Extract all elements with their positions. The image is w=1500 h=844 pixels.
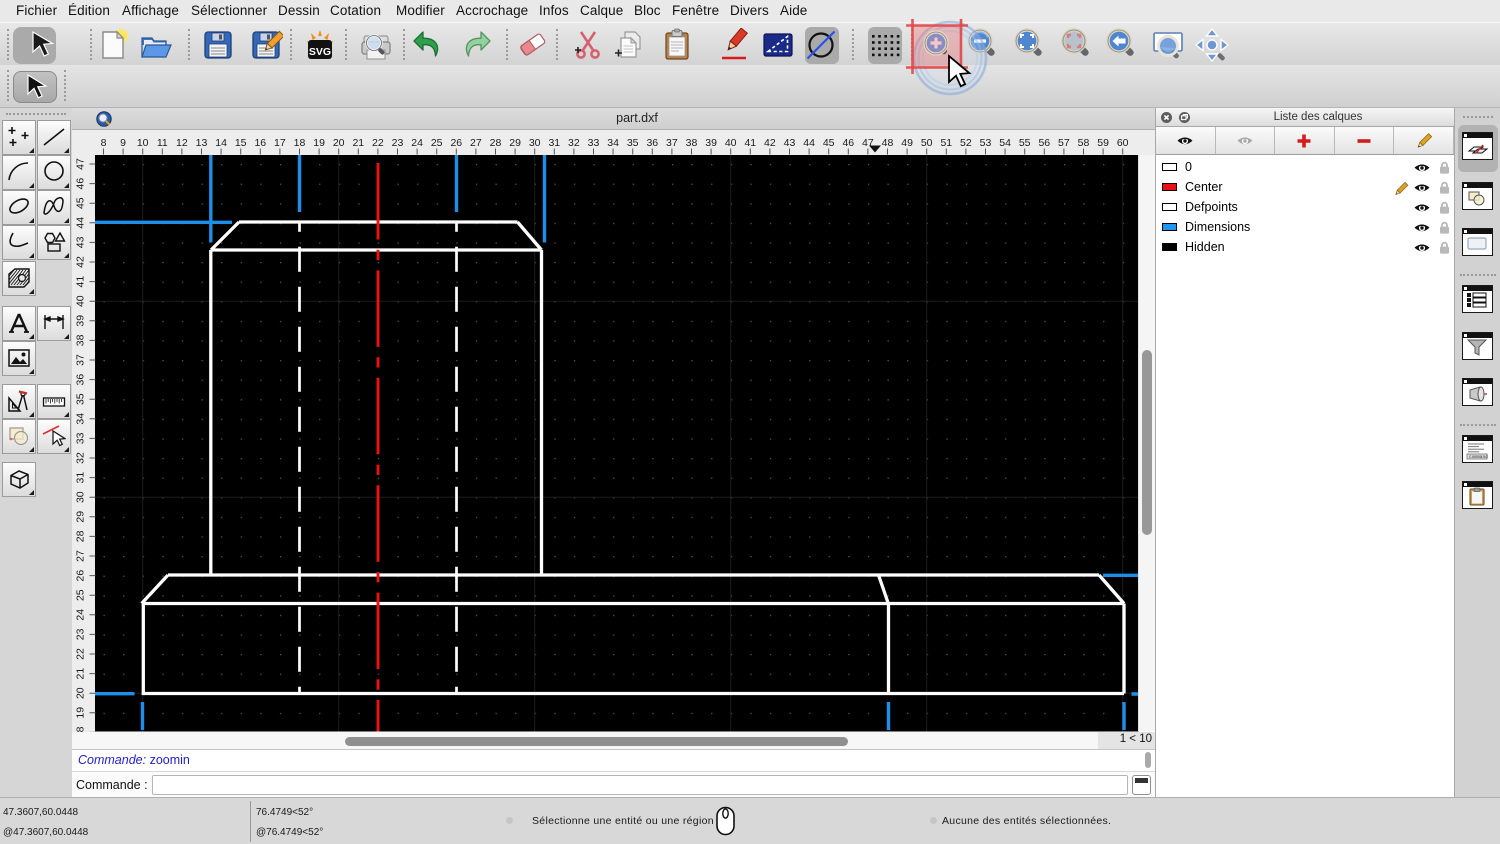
svg-text:17: 17	[274, 137, 286, 149]
svg-text:27: 27	[75, 550, 87, 562]
svg-text:30: 30	[75, 491, 87, 503]
svg-text:22: 22	[372, 137, 384, 149]
svg-text:49: 49	[901, 137, 913, 149]
svg-text:37: 37	[666, 137, 678, 149]
svg-text:39: 39	[705, 137, 717, 149]
svg-text:51: 51	[940, 137, 952, 149]
svg-text:13: 13	[196, 137, 208, 149]
svg-text:30: 30	[529, 137, 541, 149]
svg-text:21: 21	[352, 137, 364, 149]
svg-text:14: 14	[215, 137, 227, 149]
svg-text:23: 23	[75, 628, 87, 640]
svg-text:29: 29	[75, 511, 87, 523]
svg-text:22: 22	[75, 648, 87, 660]
svg-text:50: 50	[921, 137, 933, 149]
svg-text:25: 25	[75, 589, 87, 601]
svg-text:32: 32	[568, 137, 580, 149]
svg-text:28: 28	[490, 137, 502, 149]
svg-text:SVG: SVG	[309, 46, 331, 58]
svg-text:40: 40	[725, 137, 737, 149]
svg-text:31: 31	[75, 472, 87, 484]
svg-text:41: 41	[75, 276, 87, 288]
svg-text:48: 48	[882, 137, 894, 149]
svg-text:45: 45	[823, 137, 835, 149]
svg-text:54: 54	[999, 137, 1011, 149]
svg-text:52: 52	[960, 137, 972, 149]
svg-text:20: 20	[75, 687, 87, 699]
svg-text:11: 11	[157, 137, 168, 149]
svg-text:command: command	[1469, 454, 1488, 460]
svg-text:20: 20	[333, 137, 345, 149]
svg-text:16: 16	[254, 137, 266, 149]
svg-text:42: 42	[75, 256, 87, 268]
svg-text:18: 18	[294, 137, 306, 149]
svg-text:27: 27	[470, 137, 482, 149]
svg-text:38: 38	[75, 334, 87, 346]
svg-text:41: 41	[744, 137, 756, 149]
svg-text:15: 15	[235, 137, 247, 149]
svg-text:33: 33	[588, 137, 600, 149]
svg-text:12: 12	[176, 137, 188, 149]
svg-text:8: 8	[101, 137, 107, 149]
svg-text:47: 47	[75, 158, 87, 170]
svg-text:39: 39	[75, 315, 87, 327]
svg-text:44: 44	[75, 217, 87, 229]
svg-text:56: 56	[1038, 137, 1050, 149]
svg-text:53: 53	[980, 137, 992, 149]
svg-text:32: 32	[75, 452, 87, 464]
svg-text:40: 40	[75, 295, 87, 307]
svg-text:24: 24	[75, 609, 87, 621]
svg-text:36: 36	[75, 374, 87, 386]
svg-text:35: 35	[75, 393, 87, 405]
svg-text:28: 28	[75, 530, 87, 542]
svg-text:38: 38	[686, 137, 698, 149]
svg-text:55: 55	[1019, 137, 1031, 149]
svg-text:37: 37	[75, 354, 87, 366]
svg-text:60: 60	[1117, 137, 1129, 149]
svg-text:25: 25	[431, 137, 443, 149]
svg-text:58: 58	[1078, 137, 1090, 149]
svg-text:33: 33	[75, 432, 87, 444]
svg-text:21: 21	[75, 668, 87, 680]
svg-text:34: 34	[75, 413, 87, 425]
svg-text:9: 9	[120, 137, 126, 149]
svg-text:44: 44	[803, 137, 815, 149]
svg-text:10: 10	[137, 137, 149, 149]
svg-text:19: 19	[313, 137, 325, 149]
svg-text:57: 57	[1058, 137, 1070, 149]
svg-text:29: 29	[509, 137, 521, 149]
svg-text:42: 42	[764, 137, 776, 149]
svg-text:23: 23	[392, 137, 404, 149]
svg-text:43: 43	[75, 236, 87, 248]
svg-text:46: 46	[842, 137, 854, 149]
svg-text:26: 26	[75, 570, 87, 582]
svg-text:24: 24	[411, 137, 423, 149]
svg-text:45: 45	[75, 197, 87, 209]
svg-text:36: 36	[646, 137, 658, 149]
svg-text:35: 35	[627, 137, 639, 149]
svg-text:19: 19	[75, 707, 87, 719]
svg-text:59: 59	[1097, 137, 1109, 149]
svg-text:26: 26	[450, 137, 462, 149]
svg-text:46: 46	[75, 178, 87, 190]
svg-text:43: 43	[784, 137, 796, 149]
svg-text:34: 34	[607, 137, 619, 149]
svg-text:31: 31	[548, 137, 560, 149]
